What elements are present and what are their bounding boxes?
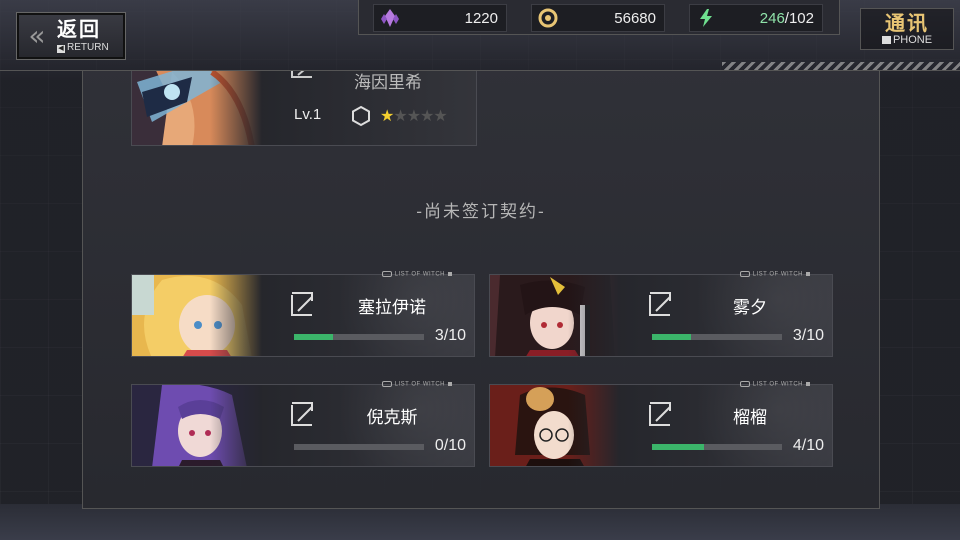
rename-icon[interactable]	[290, 401, 314, 426]
star-empty-icon: ★	[433, 106, 447, 125]
card-tag: LIST OF WITCH	[752, 381, 803, 388]
back-label-en: RETURN	[67, 42, 109, 53]
witch-portrait	[490, 275, 620, 356]
stamina-bolt-icon	[696, 8, 716, 28]
witch-name: 塞拉伊诺	[358, 298, 426, 318]
hexagon-icon	[350, 105, 372, 127]
witch-name: 海因里希	[354, 73, 422, 93]
crystal-value: 1220	[464, 9, 498, 27]
witch-name: 雾夕	[733, 298, 767, 318]
progress-fill	[294, 334, 333, 340]
star-empty-icon: ★	[406, 106, 421, 125]
square-icon	[448, 272, 452, 276]
progress-bar	[652, 444, 782, 450]
crystal-icon	[380, 8, 400, 28]
back-button[interactable]: « 返回 ◀ RETURN	[16, 12, 126, 60]
witch-portrait	[132, 275, 262, 356]
toggle-icon	[381, 271, 392, 277]
witch-card-wuxi[interactable]: LIST OF WITCH 雾夕 3/10	[489, 271, 833, 357]
resource-bar: 1220 56680 246/102	[358, 0, 840, 35]
witch-name: 倪克斯	[366, 408, 418, 428]
witch-portrait	[132, 385, 262, 466]
gold-value: 56680	[614, 9, 656, 27]
rename-icon[interactable]	[648, 401, 672, 426]
star-empty-icon: ★	[393, 106, 407, 125]
witch-card-nyx[interactable]: LIST OF WITCH 倪克斯 0/10	[131, 381, 475, 467]
witch-card-liuliu[interactable]: LIST OF WITCH 榴榴 4/10	[489, 381, 833, 467]
witch-card-celaeno[interactable]: LIST OF WITCH 塞拉伊诺 3/10	[131, 271, 475, 357]
card-tag: LIST OF WITCH	[394, 271, 445, 278]
progress-text: 0/10	[434, 437, 466, 454]
contracted-witch-card[interactable]: 海因里希 Lv.1 ★★★★★	[131, 71, 477, 146]
toggle-icon	[739, 271, 750, 277]
gold-coin-icon	[538, 8, 558, 28]
witch-list-panel[interactable]: 海因里希 Lv.1 ★★★★★ -尚未签订契约- LIST OF WITCH 塞…	[82, 71, 880, 509]
section-label-unsigned: -尚未签订契约-	[416, 202, 546, 222]
decorative-stripes	[722, 62, 960, 70]
rename-icon[interactable]	[648, 291, 672, 316]
bottom-strip	[0, 504, 960, 540]
stamina-counter[interactable]: 246/102	[689, 4, 823, 32]
crystal-counter[interactable]: 1220	[373, 4, 507, 32]
card-tag: LIST OF WITCH	[752, 271, 803, 278]
double-chevron-left-icon: «	[28, 19, 46, 52]
square-icon	[806, 382, 810, 386]
phone-button[interactable]: 通讯 PHONE	[860, 8, 954, 50]
progress-fill	[652, 444, 704, 450]
rename-icon[interactable]	[290, 71, 314, 78]
mail-icon	[881, 35, 891, 44]
back-label-cn: 返回	[57, 17, 101, 41]
square-icon	[806, 272, 810, 276]
progress-bar	[652, 334, 782, 340]
progress-text: 3/10	[792, 327, 824, 344]
progress-text: 4/10	[792, 437, 824, 454]
phone-label-en: PHONE	[892, 33, 933, 46]
witch-portrait	[490, 385, 620, 466]
stamina-current: 246	[759, 9, 785, 27]
gold-counter[interactable]: 56680	[531, 4, 665, 32]
return-arrow-icon: ◀	[57, 45, 65, 53]
card-tag: LIST OF WITCH	[394, 381, 445, 388]
witch-portrait	[132, 71, 262, 145]
square-icon	[448, 382, 452, 386]
progress-bar	[294, 334, 424, 340]
phone-label-cn: 通讯	[885, 10, 929, 35]
witch-level: Lv.1	[294, 106, 322, 123]
toggle-icon	[381, 381, 392, 387]
witch-name: 榴榴	[733, 408, 767, 428]
progress-fill	[652, 334, 691, 340]
stamina-max: /102	[784, 9, 814, 27]
progress-bar	[294, 444, 424, 450]
star-rating: ★★★★★	[380, 106, 448, 125]
star-filled-icon: ★	[380, 106, 394, 125]
star-empty-icon: ★	[420, 106, 434, 125]
progress-text: 3/10	[434, 327, 466, 344]
toggle-icon	[739, 381, 750, 387]
rename-icon[interactable]	[290, 291, 314, 316]
